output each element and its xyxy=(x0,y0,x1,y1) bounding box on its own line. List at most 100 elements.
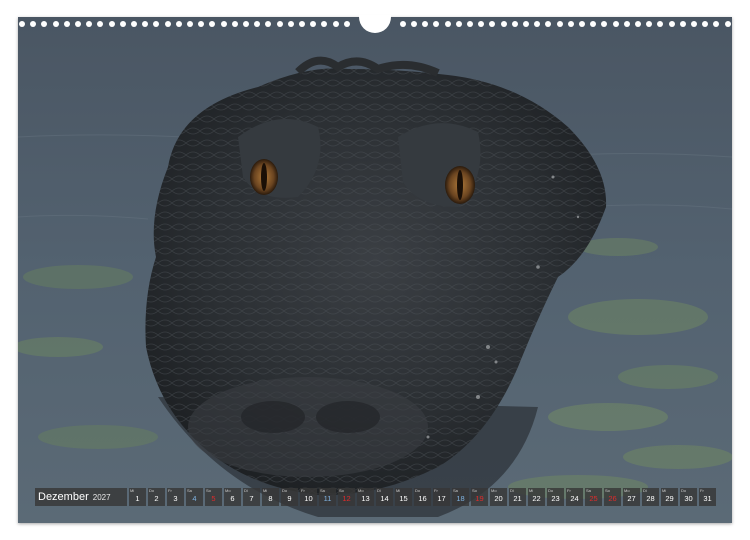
weekday-abbr: Do xyxy=(149,488,155,493)
day-number: 22 xyxy=(532,494,541,503)
weekday-abbr: Do xyxy=(415,488,421,493)
day-cell: Sa 4 xyxy=(186,488,203,506)
day-number: 29 xyxy=(665,494,674,503)
day-cell: So 12 xyxy=(338,488,355,506)
day-cell: Di 21 xyxy=(509,488,526,506)
day-number: 4 xyxy=(192,494,197,503)
weekday-abbr: Sa xyxy=(453,488,458,493)
weekday-abbr: Sa xyxy=(320,488,325,493)
day-number: 17 xyxy=(437,494,446,503)
weekday-abbr: Sa xyxy=(187,488,192,493)
day-number: 16 xyxy=(418,494,427,503)
day-cell: So 26 xyxy=(604,488,621,506)
day-number: 26 xyxy=(608,494,617,503)
day-cell: Fr 10 xyxy=(300,488,317,506)
day-number: 31 xyxy=(703,494,712,503)
day-number: 20 xyxy=(494,494,503,503)
weekday-abbr: Fr xyxy=(301,488,305,493)
day-number: 9 xyxy=(287,494,292,503)
weekday-abbr: Fr xyxy=(168,488,172,493)
weekday-abbr: Di xyxy=(510,488,514,493)
weekday-abbr: Mi xyxy=(529,488,534,493)
weekday-abbr: Mo xyxy=(225,488,231,493)
weekday-abbr: Di xyxy=(244,488,248,493)
day-cell: Mo 27 xyxy=(623,488,640,506)
day-cell: Di 28 xyxy=(642,488,659,506)
day-cell: Do 23 xyxy=(547,488,564,506)
day-number: 10 xyxy=(304,494,313,503)
day-number: 3 xyxy=(173,494,178,503)
day-number: 15 xyxy=(399,494,408,503)
weekday-abbr: Fr xyxy=(434,488,438,493)
day-cell: Fr 24 xyxy=(566,488,583,506)
day-number: 30 xyxy=(684,494,693,503)
day-number: 13 xyxy=(361,494,370,503)
day-number: 2 xyxy=(154,494,159,503)
day-cell: Fr 3 xyxy=(167,488,184,506)
day-number: 11 xyxy=(323,494,332,503)
calendar-page: Dezember 2027 Mi 1 Do 2 Fr 3 Sa 4 So 5 Mo 6 Di 7 Mi 8 Do… xyxy=(18,17,732,523)
day-number: 7 xyxy=(249,494,254,503)
month-name: Dezember xyxy=(38,491,89,503)
day-cell: Sa 18 xyxy=(452,488,469,506)
weekday-abbr: Mo xyxy=(358,488,364,493)
day-cell: Mi 22 xyxy=(528,488,545,506)
day-cell: So 19 xyxy=(471,488,488,506)
day-cell: Fr 31 xyxy=(699,488,716,506)
day-number: 23 xyxy=(551,494,560,503)
weekday-abbr: Di xyxy=(643,488,647,493)
day-cell: Mo 13 xyxy=(357,488,374,506)
day-list: Mi 1 Do 2 Fr 3 Sa 4 So 5 Mo 6 Di 7 Mi 8 Do 9 Fr 10 Sa 11 So 12 M… xyxy=(129,488,716,506)
day-cell: Do 16 xyxy=(414,488,431,506)
day-cell: Do 9 xyxy=(281,488,298,506)
weekday-abbr: So xyxy=(206,488,211,493)
weekday-abbr: Do xyxy=(282,488,288,493)
day-number: 24 xyxy=(570,494,579,503)
day-cell: Mi 8 xyxy=(262,488,279,506)
day-cell: Do 2 xyxy=(148,488,165,506)
month-label: Dezember 2027 xyxy=(35,488,127,506)
day-number: 18 xyxy=(456,494,465,503)
day-cell: Di 14 xyxy=(376,488,393,506)
day-number: 12 xyxy=(342,494,351,503)
day-cell: Do 30 xyxy=(680,488,697,506)
weekday-abbr: Mo xyxy=(491,488,497,493)
weekday-abbr: Di xyxy=(377,488,381,493)
weekday-abbr: Fr xyxy=(700,488,704,493)
day-cell: Mi 29 xyxy=(661,488,678,506)
weekday-abbr: Mi xyxy=(263,488,268,493)
day-number: 8 xyxy=(268,494,273,503)
day-number: 1 xyxy=(135,494,140,503)
weekday-abbr: Mi xyxy=(396,488,401,493)
day-cell: Mi 1 xyxy=(129,488,146,506)
weekday-abbr: Mo xyxy=(624,488,630,493)
day-number: 6 xyxy=(230,494,235,503)
weekday-abbr: Mi xyxy=(130,488,135,493)
day-number: 25 xyxy=(589,494,598,503)
alligator-photo xyxy=(18,17,732,523)
weekday-abbr: So xyxy=(605,488,610,493)
weekday-abbr: Do xyxy=(548,488,554,493)
day-number: 5 xyxy=(211,494,216,503)
weekday-abbr: Fr xyxy=(567,488,571,493)
day-cell: Di 7 xyxy=(243,488,260,506)
weekday-abbr: So xyxy=(339,488,344,493)
weekday-abbr: Mi xyxy=(662,488,667,493)
weekday-abbr: So xyxy=(472,488,477,493)
calendar-strip: Dezember 2027 Mi 1 Do 2 Fr 3 Sa 4 So 5 Mo 6 Di 7 Mi 8 Do… xyxy=(35,488,716,506)
weekday-abbr: Do xyxy=(681,488,687,493)
day-number: 27 xyxy=(627,494,636,503)
day-number: 19 xyxy=(475,494,484,503)
day-cell: Mi 15 xyxy=(395,488,412,506)
day-cell: So 5 xyxy=(205,488,222,506)
day-number: 28 xyxy=(646,494,655,503)
day-cell: Mo 20 xyxy=(490,488,507,506)
day-cell: Mo 6 xyxy=(224,488,241,506)
weekday-abbr: Sa xyxy=(586,488,591,493)
day-cell: Sa 11 xyxy=(319,488,336,506)
year-label: 2027 xyxy=(92,492,111,502)
day-cell: Fr 17 xyxy=(433,488,450,506)
day-cell: Sa 25 xyxy=(585,488,602,506)
day-number: 21 xyxy=(513,494,522,503)
day-number: 14 xyxy=(380,494,389,503)
